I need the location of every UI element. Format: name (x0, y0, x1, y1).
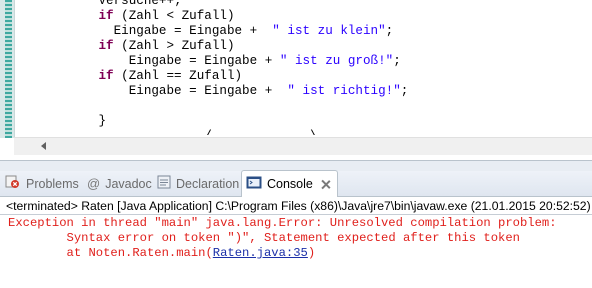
divider (0, 214, 592, 215)
at-sign-icon: @ (87, 176, 101, 191)
change-indicator-bar (5, 0, 12, 138)
problems-icon (5, 175, 21, 192)
tab-declaration-label: Declaration (176, 176, 240, 191)
views-tab-bar: Problems @ Javadoc Declaration Console (0, 170, 592, 197)
stack-trace-line: at Noten.Raten.main(Raten.java:35) (66, 246, 316, 260)
code-line: Eingabe = Eingabe + " ist zu klein"; (98, 24, 394, 38)
scroll-left-icon[interactable] (41, 142, 46, 150)
code-line: if (Zahl > Zufall) (98, 39, 235, 53)
code-line: if (Zahl == Zufall) (98, 69, 243, 83)
code-line: if (Zahl < Zufall) (98, 9, 235, 23)
close-icon[interactable] (320, 179, 331, 190)
console-process-label: <terminated> Raten [Java Application] C:… (6, 199, 591, 213)
declaration-icon (157, 175, 171, 192)
stack-trace-link[interactable]: Raten.java:35 (213, 246, 308, 260)
console-icon (246, 176, 262, 193)
console-view[interactable]: <terminated> Raten [Java Application] C:… (0, 197, 592, 288)
console-output[interactable]: Exception in thread "main" java.lang.Err… (8, 216, 564, 261)
horizontal-scrollbar[interactable] (14, 137, 592, 155)
error-line: Exception in thread "main" java.lang.Err… (8, 216, 564, 230)
code-line: Versuche++; (98, 0, 182, 8)
code-line: Eingabe = Eingabe + " ist richtig!"; (98, 84, 409, 98)
error-line: Syntax error on token ")", Statement exp… (66, 231, 520, 245)
code-editor[interactable]: Versuche++; if (Zahl < Zufall) Eingabe =… (0, 0, 592, 161)
tab-declaration[interactable]: Declaration (157, 171, 239, 196)
editor-ruler (0, 0, 15, 138)
tab-problems-label: Problems (26, 176, 79, 191)
tab-console-label: Console (267, 177, 313, 191)
code-text[interactable]: Versuche++; if (Zahl < Zufall) Eingabe =… (38, 0, 408, 144)
code-line: Eingabe = Eingabe + " ist zu groß!"; (98, 54, 401, 68)
code-line: } (98, 114, 107, 128)
tab-console[interactable]: Console (241, 170, 338, 197)
tab-javadoc-label: Javadoc (105, 176, 152, 191)
tab-javadoc[interactable]: @ Javadoc (87, 171, 152, 196)
tab-problems[interactable]: Problems (5, 171, 79, 196)
